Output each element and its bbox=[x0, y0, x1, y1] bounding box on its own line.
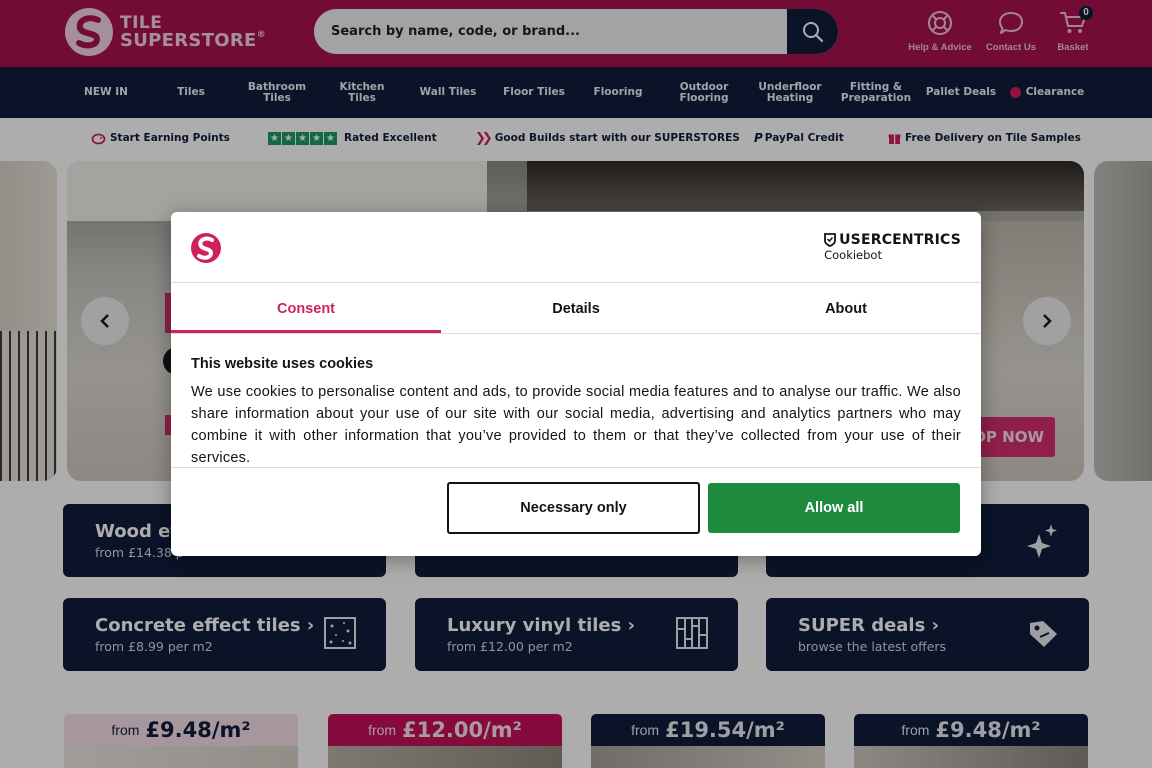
cookie-dialog-body: We use cookies to personalise content an… bbox=[191, 384, 961, 466]
divider bbox=[171, 333, 981, 334]
usercentrics-label: USERCENTRICS bbox=[839, 232, 961, 248]
site-logo-small-icon bbox=[191, 233, 221, 263]
tab-about[interactable]: About bbox=[711, 283, 981, 335]
allow-all-button[interactable]: Allow all bbox=[708, 483, 960, 533]
necessary-only-button[interactable]: Necessary only bbox=[447, 482, 700, 534]
usercentrics-wordmark: USERCENTRICS bbox=[824, 232, 961, 248]
divider bbox=[171, 467, 981, 468]
tab-details[interactable]: Details bbox=[441, 283, 711, 335]
usercentrics-branding[interactable]: USERCENTRICS Cookiebot bbox=[824, 232, 961, 262]
cookie-consent-dialog: USERCENTRICS Cookiebot Consent Details A… bbox=[171, 212, 981, 556]
tab-consent[interactable]: Consent bbox=[171, 283, 441, 335]
shield-icon bbox=[824, 233, 836, 247]
cookiebot-label: Cookiebot bbox=[824, 248, 882, 262]
cookie-dialog-title: This website uses cookies bbox=[191, 356, 374, 372]
